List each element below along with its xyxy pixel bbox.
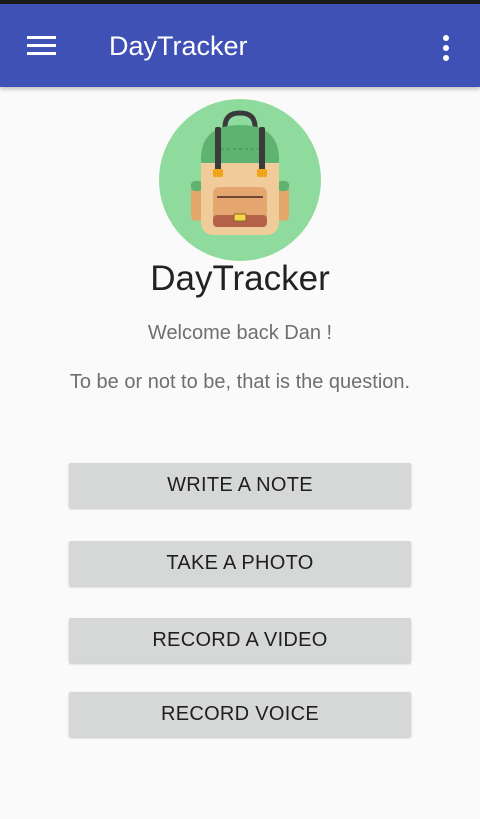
menu-button[interactable] [20, 26, 64, 66]
app-bar: DayTracker [0, 4, 480, 87]
welcome-message: Welcome back Dan ! [147, 322, 333, 344]
write-note-button[interactable]: WRITE A NOTE [69, 463, 411, 508]
overflow-menu-button[interactable] [428, 26, 464, 70]
record-video-button[interactable]: RECORD A VIDEO [69, 618, 411, 663]
app-heading: DayTracker [150, 259, 330, 298]
record-voice-button[interactable]: RECORD VOICE [69, 692, 411, 737]
quote-text: To be or not to be, that is the question… [69, 371, 411, 393]
more-vert-icon [443, 35, 449, 61]
app-bar-title: DayTracker [109, 31, 248, 61]
backpack-icon [159, 99, 321, 261]
hamburger-menu-icon [27, 36, 56, 55]
take-photo-button[interactable]: TAKE A PHOTO [69, 541, 411, 586]
